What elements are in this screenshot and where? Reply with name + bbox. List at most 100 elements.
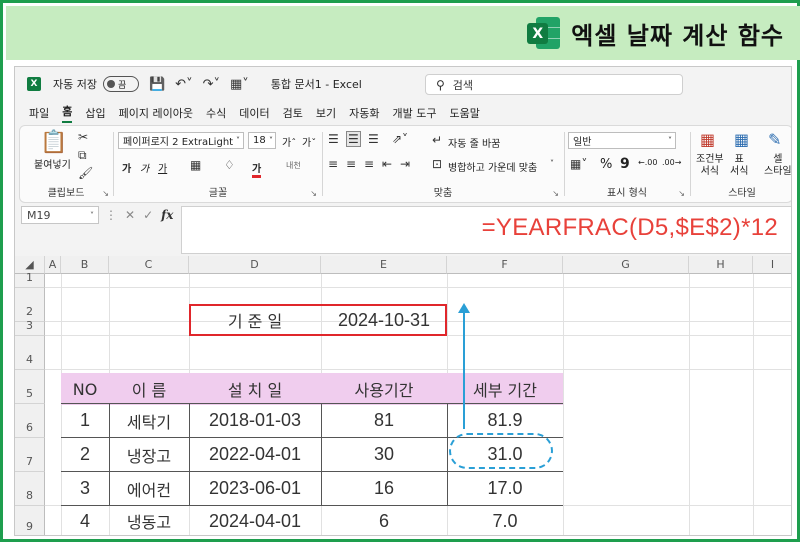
name-box[interactable]: M19 ˅ [21,206,99,224]
row-header-5[interactable]: 5 [15,370,45,404]
table-cell[interactable]: 2023-06-01 [189,472,321,505]
row-header-1[interactable]: 1 [15,271,45,288]
worksheet-grid[interactable]: ◢ A B C D E F G H I 1 2 3 4 5 6 7 8 9 기 … [15,256,791,535]
table-cell[interactable]: 81 [321,404,447,437]
grow-font-icon[interactable]: 가ˆ [282,134,296,149]
reference-date-cell[interactable]: 2024-10-31 [321,304,447,336]
column-header-a[interactable]: A [45,256,61,274]
autosave-toggle[interactable]: 끔 [102,76,139,92]
column-header-e[interactable]: E [321,256,447,274]
header-name[interactable]: 이 름 [109,373,189,405]
paste-button[interactable]: 붙여넣기 [34,156,71,171]
row-header-6[interactable]: 6 [15,404,45,438]
tab-file[interactable]: 파일 [29,105,49,121]
table-cell[interactable]: 냉동고 [109,506,189,535]
tab-insert[interactable]: 삽입 [85,105,105,121]
column-header-i[interactable]: I [753,256,791,274]
table-cell[interactable]: 1 [61,404,109,437]
phonetic-button[interactable]: 내천 [286,160,301,171]
cell-styles-button[interactable]: 셀 스타일 [764,154,791,178]
merge-center-icon[interactable]: ⊡ [432,157,442,171]
number-format-select[interactable]: 일반 ˅ [568,132,676,149]
increase-decimal-icon[interactable]: ←.00 [638,158,657,167]
row-header-9[interactable]: 9 [15,506,45,535]
table-cell[interactable]: 2 [61,438,109,471]
dialog-launcher-icon[interactable]: ↘ [678,189,685,198]
tab-home[interactable]: 홈 [62,103,73,123]
table-cell[interactable]: 7.0 [447,506,563,535]
format-painter-icon[interactable]: 🖌 [78,166,93,180]
align-top-icon[interactable]: ☰ [328,132,339,146]
customize-icon[interactable]: ▦˅ [230,77,249,92]
increase-indent-icon[interactable]: ⇥ [400,157,410,171]
border-icon[interactable]: ▦ [190,158,201,172]
formula-input[interactable]: =YEARFRAC(D5,$E$2)*12 [181,206,791,254]
tab-review[interactable]: 검토 [283,105,303,121]
conditional-format-button[interactable]: 조건부 서식 [696,154,724,178]
align-bottom-icon[interactable]: ☰ [368,132,379,146]
decrease-indent-icon[interactable]: ⇤ [382,157,392,171]
undo-icon[interactable]: ↶˅ [175,77,192,92]
paste-icon[interactable]: 📋 [40,130,67,155]
enter-icon[interactable]: ✓ [143,208,153,222]
redo-icon[interactable]: ↷˅ [203,77,220,92]
comma-style-button[interactable]: 9 [620,156,630,172]
tab-help[interactable]: 도움말 [449,105,479,121]
align-left-icon[interactable]: ≡ [328,157,338,171]
font-size-select[interactable]: 18 ˅ [248,132,276,149]
font-color-button[interactable]: 가 [252,160,262,178]
font-name-select[interactable]: 페이퍼로지 2 ExtraLight ˅ [118,132,244,149]
column-header-g[interactable]: G [563,256,689,274]
format-table-button[interactable]: 표 서식 [730,154,748,178]
cell-styles-icon[interactable]: ✎ [768,130,781,149]
tab-page-layout[interactable]: 페이지 레이아웃 [119,105,193,121]
row-header-3[interactable]: 3 [15,319,45,336]
tab-data[interactable]: 데이터 [239,105,269,121]
header-usage-period[interactable]: 사용기간 [321,373,447,405]
align-center-icon[interactable]: ≡ [346,157,356,171]
more-icon[interactable]: ⋮ [105,208,117,222]
copy-icon[interactable]: ⧉ [78,148,87,163]
header-no[interactable]: NO [61,373,109,405]
row-header-2[interactable]: 2 [15,288,45,322]
cut-icon[interactable]: ✂ [78,130,88,144]
row-header-8[interactable]: 8 [15,472,45,506]
tab-formulas[interactable]: 수식 [206,105,226,121]
table-cell[interactable]: 2018-01-03 [189,404,321,437]
decrease-decimal-icon[interactable]: .00→ [662,158,681,167]
wrap-text-icon[interactable]: ↵ [432,133,442,147]
bold-button[interactable]: 가 [122,160,131,175]
table-cell[interactable]: 6 [321,506,447,535]
column-header-d[interactable]: D [189,256,321,274]
align-right-icon[interactable]: ≡ [364,157,374,171]
tab-developer[interactable]: 개발 도구 [392,105,436,121]
reference-label[interactable]: 기 준 일 [189,304,321,336]
table-cell[interactable]: 30 [321,438,447,471]
table-cell[interactable]: 에어컨 [109,472,189,505]
dialog-launcher-icon[interactable]: ↘ [102,189,109,198]
table-cell[interactable]: 냉장고 [109,438,189,471]
table-cell[interactable]: 2024-04-01 [189,506,321,535]
merge-center-button[interactable]: 병합하고 가운데 맞춤 [448,159,537,174]
conditional-format-icon[interactable]: ▦ [700,130,715,149]
tab-view[interactable]: 보기 [316,105,336,121]
column-header-b[interactable]: B [61,256,109,274]
column-header-f[interactable]: F [447,256,563,274]
search-input[interactable]: ⚲ 검색 [425,74,683,95]
shrink-font-icon[interactable]: 가ˇ [302,134,316,149]
format-table-icon[interactable]: ▦ [734,130,749,149]
orientation-icon[interactable]: ⇗˅ [392,132,408,146]
table-cell[interactable]: 4 [61,506,109,535]
underline-button[interactable]: 가 [158,160,167,175]
italic-button[interactable]: 가 [140,160,149,175]
table-cell[interactable]: 3 [61,472,109,505]
insert-function-button[interactable]: fx [161,208,173,222]
dialog-launcher-icon[interactable]: ↘ [552,189,559,198]
column-header-c[interactable]: C [109,256,189,274]
table-cell[interactable]: 17.0 [447,472,563,505]
align-middle-icon[interactable]: ☰ [346,131,361,147]
save-icon[interactable]: 💾 [149,77,165,92]
wrap-text-button[interactable]: 자동 줄 바꿈 [448,135,500,150]
cancel-icon[interactable]: ✕ [125,208,135,222]
tab-automate[interactable]: 자동화 [349,105,379,121]
